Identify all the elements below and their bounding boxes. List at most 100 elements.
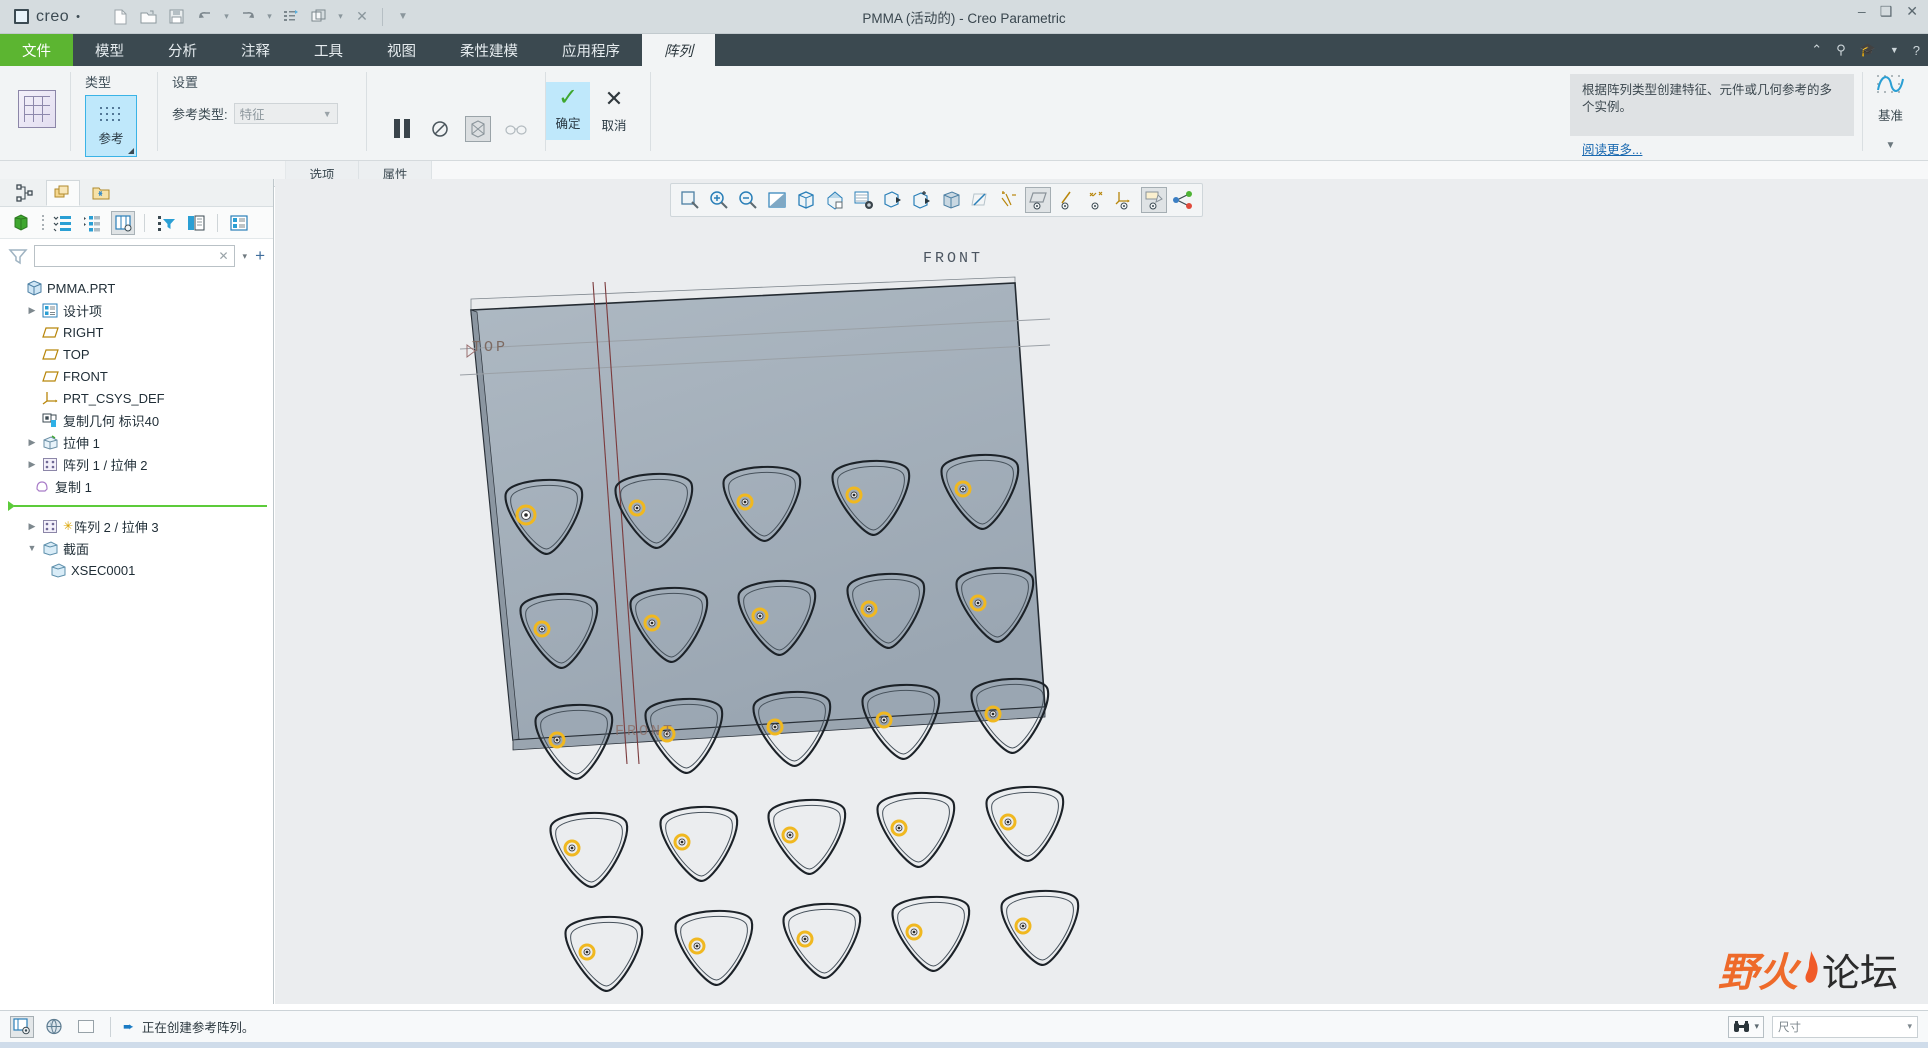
ribbon-tab-bar[interactable]: 文件 模型 分析 注释 工具 视图 柔性建模 应用程序 阵列 ⌃ ⚲ 🎓 ▼ ? [0,34,1928,66]
model-tree-toolbar[interactable] [0,207,273,239]
tree-item-pattern-1-extrude-2[interactable]: ▶ 阵列 1 / 拉伸 2 [0,453,273,475]
tree-detail-icon[interactable] [227,211,251,235]
tree-item-label: 复制几何 标识40 [63,413,160,429]
toolbar-divider-1 [144,213,145,232]
tree-filter-icon[interactable] [154,211,178,235]
toolbar-drag-handle[interactable] [40,214,45,232]
tree-item-pmma-prt[interactable]: PMMA.PRT [0,277,273,299]
chevron-down-icon[interactable]: ▼ [1886,140,1896,151]
status-message: 正在创建参考阵列。 [141,1021,255,1035]
tree-search-clear-icon[interactable]: ✕ [218,249,228,263]
copy-geom-icon [40,413,60,428]
learning-icon[interactable]: 🎓 [1860,42,1876,58]
tree-item-front[interactable]: FRONT [0,365,273,387]
tree-columns-icon[interactable] [51,211,75,235]
blank-display-icon[interactable] [74,1016,98,1038]
navigator-tabs[interactable] [0,179,273,207]
glasses-preview-icon[interactable] [503,116,529,142]
chevron-down-icon[interactable]: ▼ [1890,45,1899,55]
tree-item-label: 截面 [63,541,90,557]
selection-filter-icon[interactable] [10,1015,34,1038]
reference-pattern-icon [98,105,124,125]
close-button[interactable]: ✕ [1906,4,1918,18]
datum-label-front-bottom: FRONT [615,723,676,740]
tree-item-right[interactable]: RIGHT [0,321,273,343]
chevron-down-icon[interactable]: ▾ [1754,1021,1759,1032]
tab-applications[interactable]: 应用程序 [540,34,642,66]
tree-display-settings-icon[interactable] [111,210,135,235]
tree-item-copy-1[interactable]: 复制 1 [0,475,273,497]
pattern-tool-icons[interactable] [367,66,545,161]
pause-icon[interactable] [389,116,415,142]
datum-curve-icon[interactable] [1874,72,1908,102]
insert-indicator[interactable] [8,500,267,512]
window-controls[interactable]: – ❑ ✕ [1858,4,1918,18]
ribbon-panel: 类型 参考 设置 参考类型: 特征 ▼ ✓ 确定 ✕ 取消 根据阵列类型创建特征… [0,66,1928,161]
reference-type-row: 参考类型: 特征 ▼ [158,93,366,124]
tree-item-design-items[interactable]: ▶ 设计项 [0,299,273,321]
flame-icon [1800,949,1820,989]
tab-flexible-modeling[interactable]: 柔性建模 [438,34,540,66]
pattern-icon [40,457,60,472]
tree-item-prt-csys-def[interactable]: PRT_CSYS_DEF [0,387,273,409]
tree-item-pattern-2-extrude-3[interactable]: ▶ ✳ 阵列 2 / 拉伸 3 [0,515,273,537]
preview-geometry-icon[interactable] [465,115,491,142]
tree-item-label: RIGHT [63,324,104,340]
tree-item-extrude-1[interactable]: ▶ 拉伸 1 [0,431,273,453]
display-style-icon[interactable] [10,211,34,235]
tab-annotate[interactable]: 注释 [219,34,292,66]
tree-twisty[interactable]: ▶ [24,437,40,448]
confirm-group[interactable]: ✓ 确定 ✕ 取消 [546,66,636,161]
plate-top-face [470,282,1046,741]
maximize-button[interactable]: ❑ [1880,4,1893,18]
layer-tree-tab[interactable] [46,179,80,206]
datum-label-front-top: FRONT [923,250,984,267]
expand-tree-icon[interactable] [81,211,105,235]
help-icon[interactable]: ? [1913,43,1920,58]
folder-browser-tab[interactable] [84,180,118,206]
ribbon-help-icons[interactable]: ⌃ ⚲ 🎓 ▼ ? [1811,34,1920,66]
tree-search-input[interactable]: ✕ [34,245,235,267]
tree-item-copy-geometry[interactable]: 复制几何 标识40 [0,409,273,431]
cad-model-viewport[interactable] [275,179,1928,1004]
search-tool-button[interactable]: ▾ [1728,1015,1764,1038]
cancel-button[interactable]: ✕ 取消 [592,82,636,140]
tree-filter-row[interactable]: ✕ ▾ + [0,239,273,273]
tree-copy-icon[interactable] [184,211,208,235]
tab-tools[interactable]: 工具 [292,34,365,66]
globe-icon[interactable] [42,1016,66,1038]
status-bar: ➨ 正在创建参考阵列。 ▾ 尺寸 ▾ [0,1010,1928,1042]
window-title: PMMA (活动的) - Creo Parametric [862,10,1066,26]
tab-view[interactable]: 视图 [365,34,438,66]
minimize-button[interactable]: – [1858,4,1866,18]
tree-twisty[interactable]: ▶ [24,459,40,470]
tree-search-add-icon[interactable]: + [255,247,265,264]
search-icon[interactable]: ⚲ [1836,42,1846,58]
tab-model[interactable]: 模型 [73,34,146,66]
tab-pattern[interactable]: 阵列 [642,34,715,66]
tree-item-cross-sections[interactable]: ▼ 截面 [0,537,273,559]
reference-type-select[interactable]: 特征 ▼ [233,103,338,124]
pattern-icon[interactable] [18,90,56,128]
binoculars-icon [1734,1020,1750,1032]
no-preview-icon[interactable] [427,116,453,142]
tree-search-dropdown-icon[interactable]: ▾ [241,251,250,262]
reference-type-button[interactable]: 参考 [85,95,137,157]
model-tree-tab[interactable] [8,180,42,206]
tree-twisty[interactable]: ▶ [24,521,40,532]
model-tree[interactable]: PMMA.PRT ▶ 设计项 RIGHT TOP FRONT PRT_CSYS_… [0,273,273,581]
collapse-ribbon-icon[interactable]: ⌃ [1811,42,1822,58]
tree-twisty[interactable]: ▼ [24,543,40,553]
graphics-window[interactable]: FRONT TOP FRONT 野火 论坛 [275,179,1928,1004]
datum-group[interactable]: 基准 ▼ [1862,72,1912,151]
tree-twisty[interactable]: ▶ [24,305,40,316]
selection-type-select[interactable]: 尺寸 ▾ [1772,1015,1918,1038]
tab-analysis[interactable]: 分析 [146,34,219,66]
forum-watermark: 野火 论坛 [1718,940,1918,998]
read-more-link[interactable]: 阅读更多... [1582,139,1642,158]
tab-file[interactable]: 文件 [0,34,73,66]
tree-item-top[interactable]: TOP [0,343,273,365]
status-bar-right[interactable]: ▾ 尺寸 ▾ [1728,1015,1918,1038]
ok-button[interactable]: ✓ 确定 [546,82,590,140]
tree-item-xsec0001[interactable]: XSEC0001 [0,559,273,581]
